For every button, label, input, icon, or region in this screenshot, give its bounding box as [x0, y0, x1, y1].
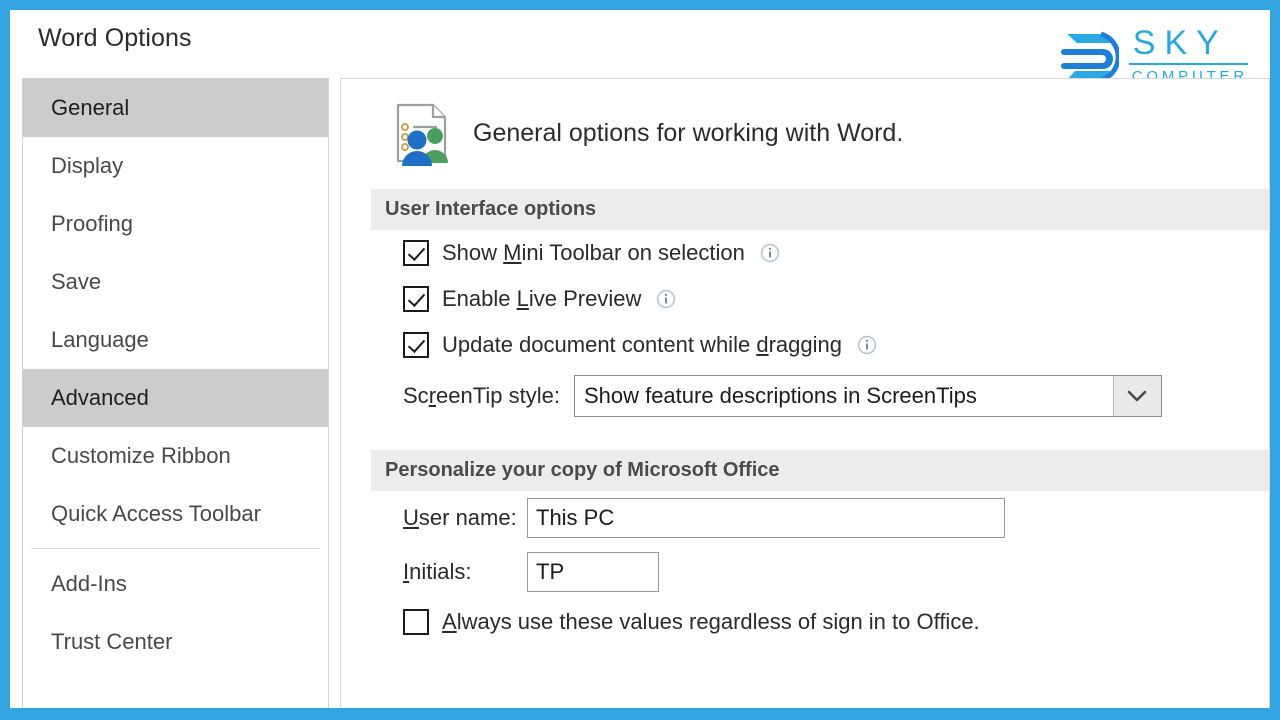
sidebar-item-save[interactable]: Save: [23, 253, 328, 311]
intro-text: General options for working with Word.: [473, 118, 904, 147]
sidebar-item-language[interactable]: Language: [23, 311, 328, 369]
option-row-update-while-dragging[interactable]: Update document content while dragging: [341, 322, 1269, 368]
sidebar-item-add-ins[interactable]: Add-Ins: [23, 555, 328, 613]
brand-wordmark: SKY COMPUTER: [1128, 24, 1248, 84]
sidebar-item-proofing[interactable]: Proofing: [23, 195, 328, 253]
sidebar-item-advanced[interactable]: Advanced: [23, 369, 328, 427]
option-row-mini-toolbar[interactable]: Show Mini Toolbar on selection: [341, 230, 1269, 276]
sidebar-item-customize-ribbon[interactable]: Customize Ribbon: [23, 427, 328, 485]
checkbox-update-document-content-while-dragging[interactable]: [403, 332, 429, 358]
checkbox-label-enable-live-preview: Enable Live Preview: [442, 286, 642, 311]
checkbox-enable-live-preview[interactable]: [403, 286, 429, 312]
checkbox-show-mini-toolbar[interactable]: [403, 240, 429, 266]
sidebar-item-general[interactable]: General: [23, 79, 328, 137]
initials-input[interactable]: TP: [527, 552, 659, 592]
brand-rule: [1128, 63, 1248, 65]
sidebar-divider: [31, 548, 320, 549]
info-icon[interactable]: [857, 335, 877, 355]
option-row-live-preview[interactable]: Enable Live Preview: [341, 276, 1269, 322]
info-icon[interactable]: [760, 243, 780, 263]
checkbox-label-show-mini-toolbar: Show Mini Toolbar on selection: [442, 240, 745, 265]
general-options-intro: General options for working with Word.: [341, 79, 1269, 166]
checkbox-label-update-document-content-while-dragging: Update document content while dragging: [442, 332, 842, 357]
field-row-initials: Initials: TP: [341, 545, 1269, 599]
brand-name: SKY: [1132, 24, 1228, 62]
office-background-dropdown-partial[interactable]: [646, 710, 816, 718]
page-title: Word Options: [38, 24, 192, 52]
options-sidebar: General Display Proofing Save Language A…: [22, 78, 329, 708]
checkbox-label-always-use-these-values: Always use these values regardless of si…: [442, 609, 980, 634]
brand-logo: SKY COMPUTER: [1060, 24, 1248, 84]
user-name-label: User name:: [403, 505, 517, 530]
info-icon[interactable]: [656, 289, 676, 309]
sidebar-item-display[interactable]: Display: [23, 137, 328, 195]
screentip-style-label: ScreenTip style:: [403, 383, 560, 408]
field-row-user-name: User name: This PC: [341, 491, 1269, 545]
sidebar-item-quick-access-toolbar[interactable]: Quick Access Toolbar: [23, 485, 328, 543]
section-header-user-interface: User Interface options: [371, 189, 1269, 230]
screentip-style-value: Show feature descriptions in ScreenTips: [583, 383, 977, 408]
dialog-titlebar: Word Options SKY COMPUTER: [10, 10, 1270, 84]
sky-logo-mark-icon: [1060, 31, 1119, 83]
screentip-style-row: ScreenTip style: Show feature descriptio…: [341, 368, 1269, 424]
initials-label: Initials:: [403, 559, 472, 584]
word-options-dialog: Word Options SKY COMPUTER General Displa…: [0, 0, 1280, 720]
general-options-document-people-icon: [396, 103, 448, 166]
screentip-style-dropdown[interactable]: Show feature descriptions in ScreenTips: [573, 375, 1162, 417]
user-name-input[interactable]: This PC: [527, 498, 1005, 538]
options-content-panel: General options for working with Word. U…: [340, 78, 1270, 718]
option-row-always-use-these-values[interactable]: Always use these values regardless of si…: [341, 599, 1269, 645]
chevron-down-icon[interactable]: [1112, 376, 1161, 416]
checkbox-always-use-these-values[interactable]: [403, 609, 429, 635]
sidebar-item-trust-center[interactable]: Trust Center: [23, 613, 328, 671]
section-header-personalize: Personalize your copy of Microsoft Offic…: [371, 450, 1269, 491]
